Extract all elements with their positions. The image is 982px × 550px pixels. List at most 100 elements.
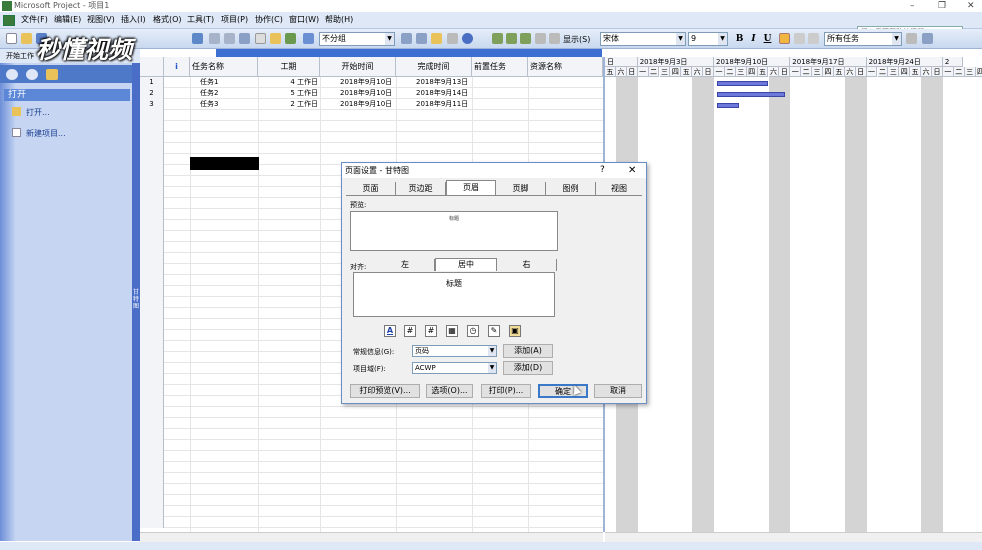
- menu-file[interactable]: 文件(F): [21, 15, 48, 25]
- row-number[interactable]: [140, 275, 164, 286]
- tab-legend[interactable]: 图例: [546, 182, 596, 195]
- forward-icon[interactable]: [26, 69, 38, 80]
- align-tab-center[interactable]: 居中: [435, 258, 497, 271]
- header-edit-area[interactable]: 标题: [353, 272, 555, 317]
- cell-finish[interactable]: 2018年9月13日: [416, 77, 468, 88]
- row-number[interactable]: [140, 319, 164, 330]
- menu-window[interactable]: 窗口(W): [289, 15, 319, 25]
- font-format-icon[interactable]: A: [384, 325, 396, 337]
- row-number[interactable]: [140, 132, 164, 143]
- add-general-button[interactable]: 添加(A): [503, 344, 553, 358]
- table-row[interactable]: [140, 440, 603, 451]
- cell-task-name[interactable]: 任务1: [200, 77, 218, 88]
- indicator-header-icon[interactable]: i: [164, 57, 190, 77]
- row-number[interactable]: [140, 462, 164, 473]
- row-number[interactable]: [140, 418, 164, 429]
- row-number[interactable]: [140, 440, 164, 451]
- row-number[interactable]: [140, 253, 164, 264]
- zoom-in-icon[interactable]: [401, 33, 412, 44]
- menu-format[interactable]: 格式(O): [153, 15, 182, 25]
- hide-subtasks-icon[interactable]: [549, 33, 560, 44]
- row-number[interactable]: [140, 352, 164, 363]
- row-number[interactable]: [140, 198, 164, 209]
- document-icon[interactable]: [3, 15, 15, 26]
- cancel-button[interactable]: 取消: [594, 384, 642, 398]
- new-project-link[interactable]: 新建项目...: [26, 128, 66, 139]
- row-number[interactable]: [140, 429, 164, 440]
- options-button[interactable]: 选项(O)...: [426, 384, 473, 398]
- gantt-task-bar[interactable]: [717, 81, 769, 86]
- row-number[interactable]: [140, 495, 164, 506]
- font-size-select[interactable]: 9 ▼: [688, 32, 728, 46]
- print-button[interactable]: 打印(P)...: [481, 384, 531, 398]
- table-row[interactable]: [140, 429, 603, 440]
- add-field-button[interactable]: 添加(D): [503, 361, 553, 375]
- tab-view[interactable]: 视图: [596, 182, 642, 195]
- header-start[interactable]: 开始时间: [320, 57, 396, 77]
- row-number[interactable]: 1: [140, 77, 164, 88]
- assign-icon[interactable]: [285, 33, 296, 44]
- wizard-icon[interactable]: [922, 33, 933, 44]
- row-number[interactable]: [140, 165, 164, 176]
- italic-button[interactable]: I: [747, 32, 760, 46]
- table-row[interactable]: [140, 462, 603, 473]
- cell-task-name[interactable]: 任务2: [200, 88, 218, 99]
- row-number[interactable]: 3: [140, 99, 164, 110]
- page-number-icon[interactable]: #: [404, 325, 416, 337]
- row-number[interactable]: [140, 110, 164, 121]
- table-row[interactable]: 1 任务1 4 工作日 2018年9月10日 2018年9月13日: [140, 77, 603, 88]
- header-task-name[interactable]: 任务名称: [190, 57, 258, 77]
- table-row[interactable]: [140, 484, 603, 495]
- print-icon[interactable]: [192, 33, 203, 44]
- goto-task-icon[interactable]: [431, 33, 442, 44]
- filename-icon[interactable]: ✎: [488, 325, 500, 337]
- table-row[interactable]: [140, 418, 603, 429]
- row-number[interactable]: 2: [140, 88, 164, 99]
- total-pages-icon[interactable]: #: [425, 325, 437, 337]
- cell-finish[interactable]: 2018年9月11日: [416, 99, 468, 110]
- menu-help[interactable]: 帮助(H): [325, 15, 353, 25]
- menu-edit[interactable]: 编辑(E): [54, 15, 81, 25]
- restore-button[interactable]: ❐: [938, 0, 946, 12]
- row-number[interactable]: [140, 187, 164, 198]
- row-number[interactable]: [140, 517, 164, 528]
- row-header-corner[interactable]: [140, 57, 164, 77]
- table-row[interactable]: [140, 110, 603, 121]
- table-row[interactable]: [140, 506, 603, 517]
- table-row[interactable]: [140, 143, 603, 154]
- copy-picture-icon[interactable]: [447, 33, 458, 44]
- cell-duration[interactable]: 5 工作日: [258, 88, 318, 99]
- row-number[interactable]: [140, 154, 164, 165]
- align-center-icon[interactable]: [794, 33, 805, 44]
- task-info-icon[interactable]: [255, 33, 266, 44]
- date-icon[interactable]: ▦: [446, 325, 458, 337]
- row-number[interactable]: [140, 286, 164, 297]
- header-finish[interactable]: 完成时间: [396, 57, 472, 77]
- header-resources[interactable]: 资源名称: [528, 57, 603, 77]
- menu-project[interactable]: 项目(P): [221, 15, 248, 25]
- tab-margins[interactable]: 页边距: [396, 182, 446, 195]
- row-number[interactable]: [140, 374, 164, 385]
- home-icon[interactable]: [46, 69, 58, 80]
- table-row[interactable]: [140, 121, 603, 132]
- split-icon[interactable]: [239, 33, 250, 44]
- help-icon[interactable]: [462, 33, 473, 44]
- table-row[interactable]: 3 任务3 2 工作日 2018年9月10日 2018年9月11日: [140, 99, 603, 110]
- table-row[interactable]: [140, 451, 603, 462]
- cell-duration[interactable]: 2 工作日: [258, 99, 318, 110]
- print-preview-button[interactable]: 打印预览(V)...: [350, 384, 420, 398]
- row-number[interactable]: [140, 176, 164, 187]
- row-number[interactable]: [140, 451, 164, 462]
- row-number[interactable]: [140, 407, 164, 418]
- tab-page[interactable]: 页面: [346, 182, 396, 195]
- row-number[interactable]: [140, 209, 164, 220]
- general-info-select[interactable]: 页码 ▼: [412, 345, 497, 357]
- font-select[interactable]: 宋体 ▼: [600, 32, 686, 46]
- table-row[interactable]: [140, 517, 603, 528]
- cell-start[interactable]: 2018年9月10日: [340, 99, 392, 110]
- indent-icon[interactable]: [520, 33, 531, 44]
- menu-tools[interactable]: 工具(T): [187, 15, 214, 25]
- row-number[interactable]: [140, 506, 164, 517]
- align-tab-right[interactable]: 右: [497, 259, 557, 271]
- row-number[interactable]: [140, 264, 164, 275]
